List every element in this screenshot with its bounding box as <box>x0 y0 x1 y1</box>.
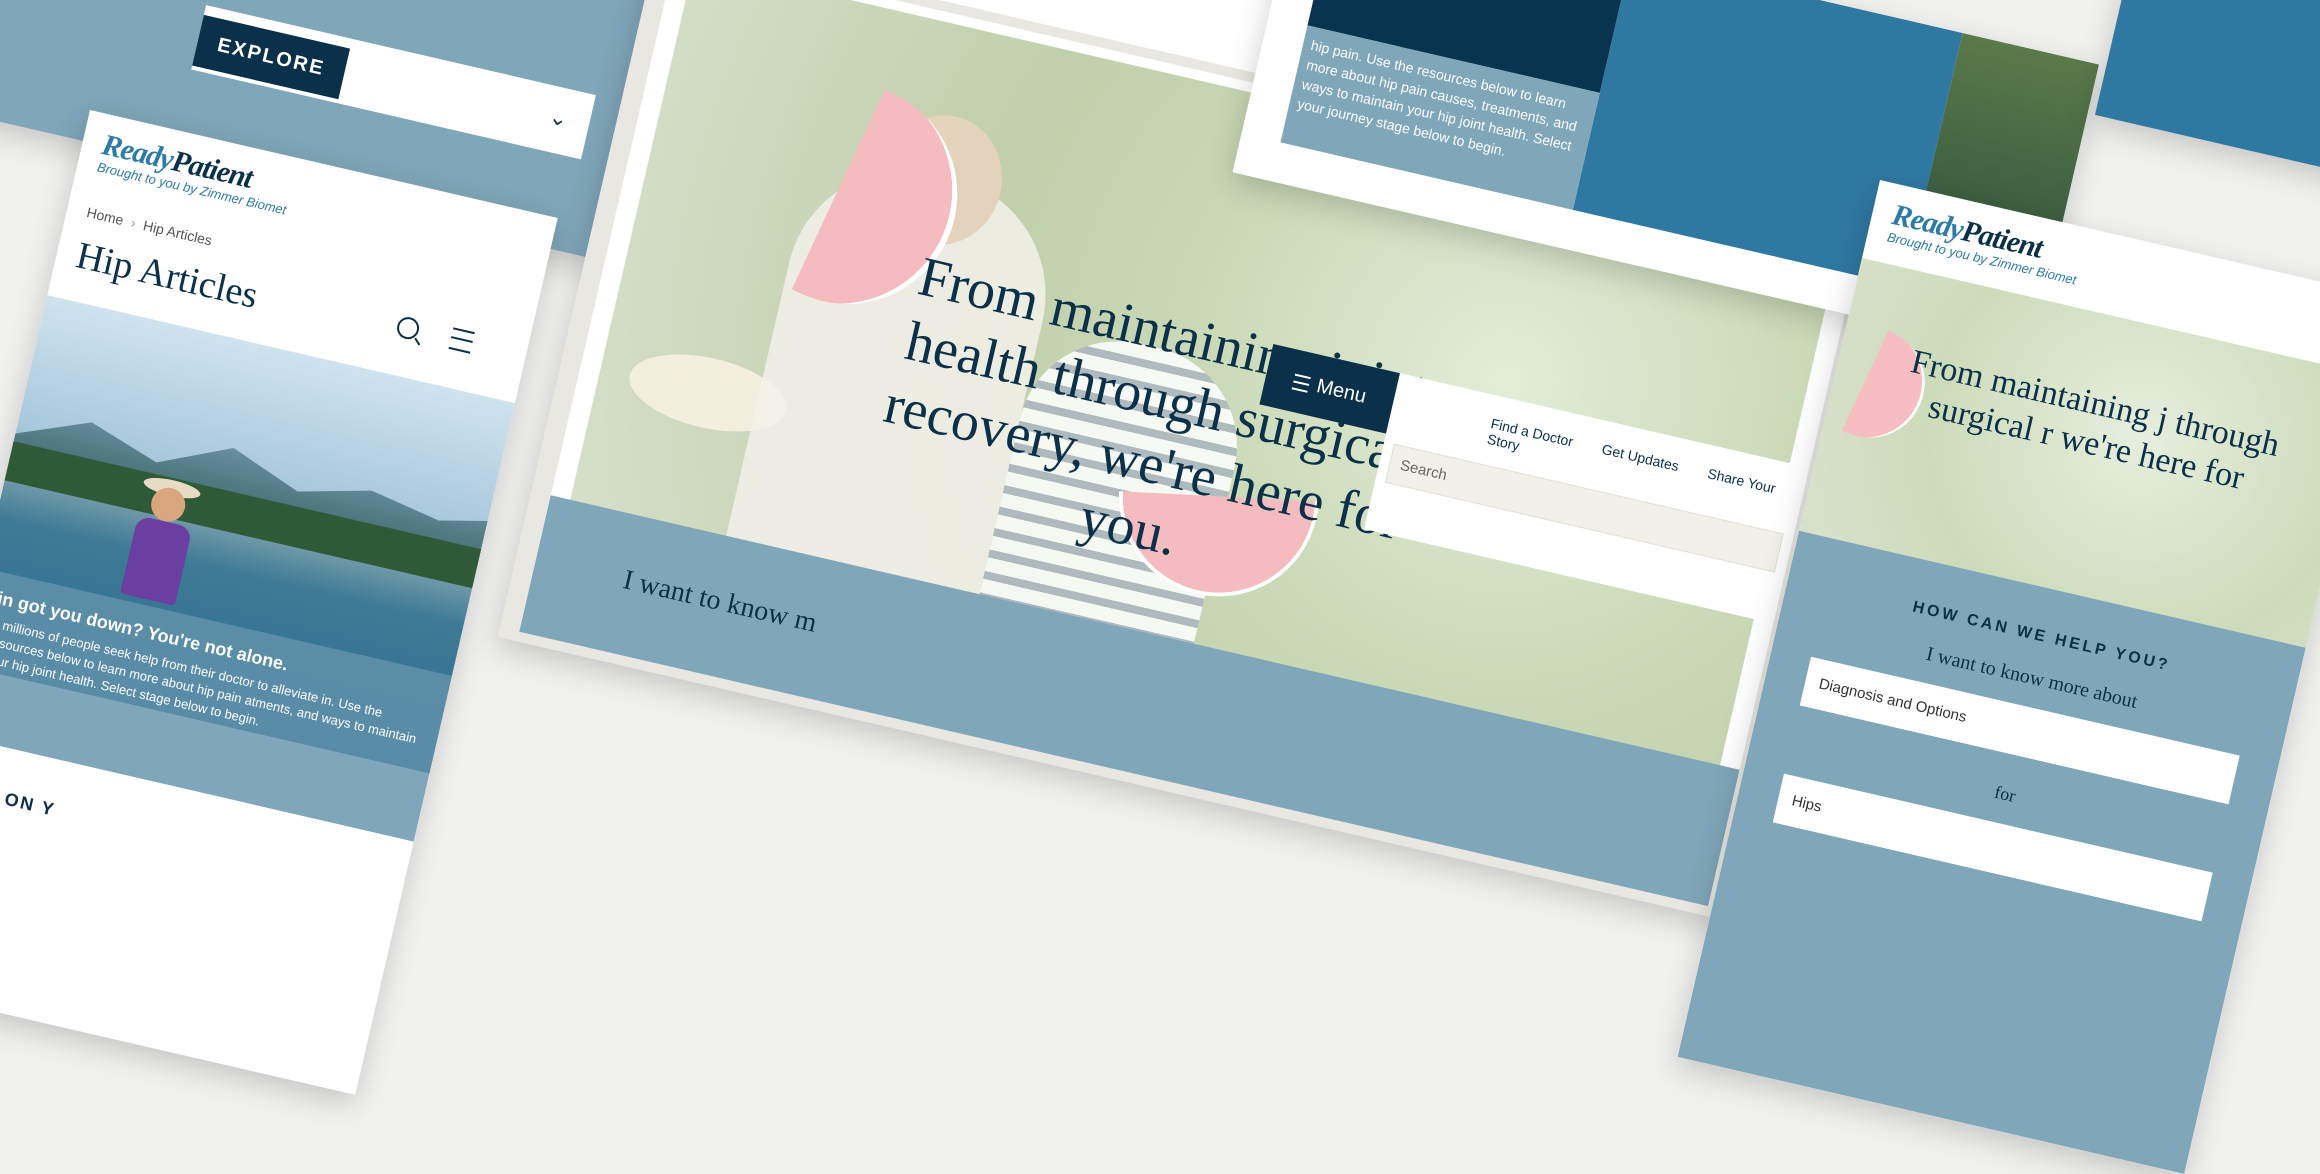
breadcrumb-home[interactable]: Home <box>85 204 125 228</box>
hamburger-menu-icon[interactable] <box>448 327 475 354</box>
nav-get-updates[interactable]: Get Updates <box>1600 441 1680 474</box>
search-icon[interactable] <box>394 314 422 342</box>
chevron-down-icon: ⌄ <box>546 103 571 133</box>
help-prompt: I want to know m <box>620 564 820 639</box>
hamburger-menu-icon <box>1291 373 1311 393</box>
breadcrumb-separator: › <box>129 214 138 231</box>
section-heading: YOU ON Y <box>0 777 58 820</box>
breadcrumb-current: Hip Articles <box>141 217 214 249</box>
page-title: Hip Articles <box>72 234 262 317</box>
mobile-hip-articles-screen: ReadyPatient Brought to you by Zimmer Bi… <box>0 110 558 1095</box>
blue-panel <box>2095 0 2320 183</box>
menu-label: Menu <box>1314 375 1369 408</box>
